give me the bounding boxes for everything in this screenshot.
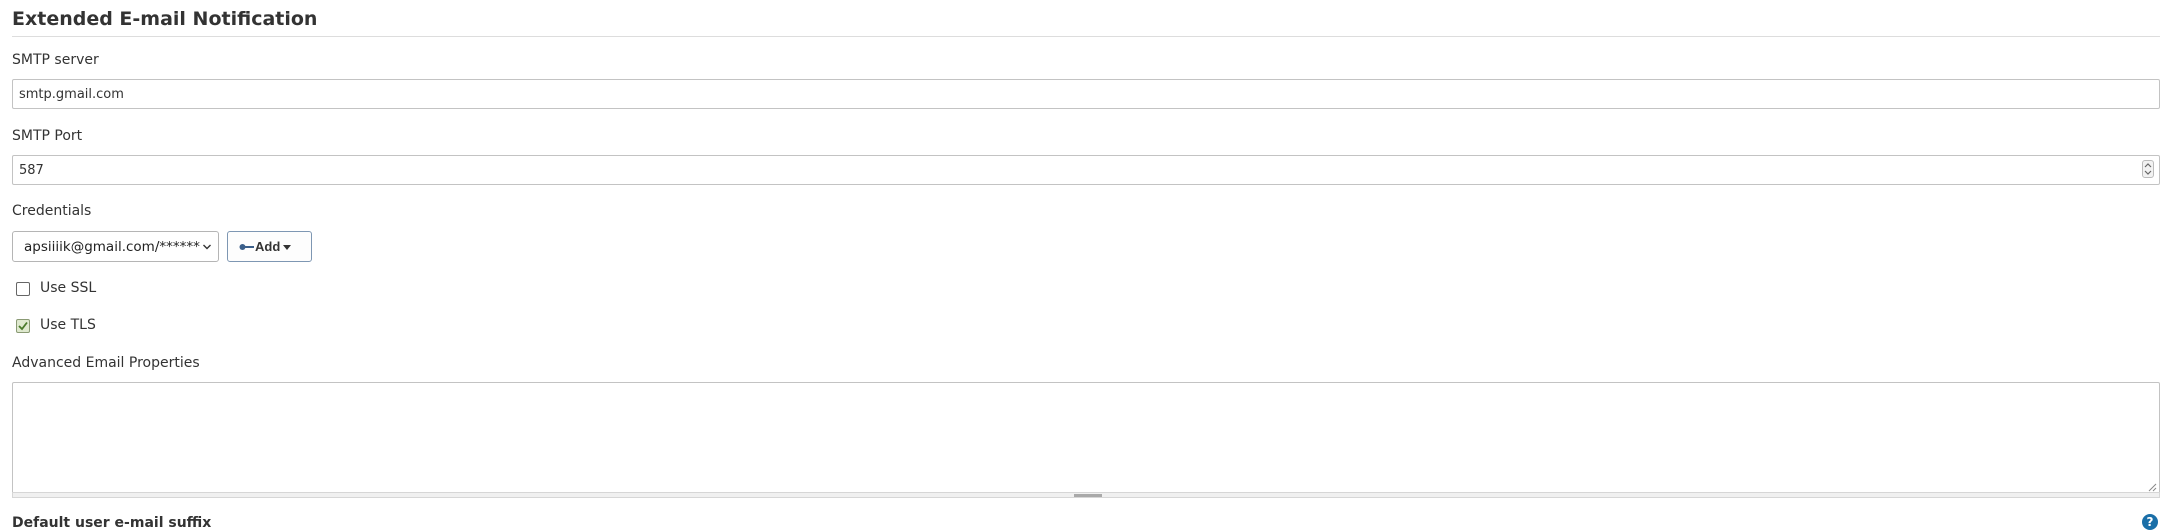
credentials-selected-value: apsiiiik@gmail.com/****** — [24, 239, 200, 255]
advanced-email-properties-label: Advanced Email Properties — [12, 355, 200, 371]
default-suffix-label: Default user e-mail suffix — [12, 515, 212, 531]
section-title: Extended E-mail Notification — [12, 8, 318, 30]
section-divider — [12, 36, 2160, 37]
chevron-down-icon — [203, 244, 211, 250]
key-icon — [239, 244, 254, 250]
textarea-resize-bar[interactable] — [12, 492, 2160, 498]
caret-down-icon — [283, 245, 291, 250]
use-tls-label: Use TLS — [40, 317, 96, 333]
resize-handle[interactable] — [1074, 494, 1102, 497]
smtp-port-input[interactable] — [12, 155, 2160, 185]
help-icon[interactable]: ? — [2142, 514, 2158, 530]
checkmark-icon — [18, 321, 28, 331]
resize-grip-icon[interactable] — [2148, 483, 2157, 492]
smtp-server-input[interactable] — [12, 79, 2160, 109]
use-tls-checkbox[interactable] — [16, 319, 30, 333]
add-credentials-button[interactable]: Add — [227, 231, 312, 262]
add-button-label: Add — [255, 239, 281, 254]
credentials-label: Credentials — [12, 203, 92, 219]
smtp-server-label: SMTP server — [12, 52, 99, 68]
advanced-email-properties-textarea[interactable] — [12, 382, 2160, 495]
smtp-port-field — [12, 155, 2160, 185]
port-spinner[interactable] — [2142, 160, 2154, 178]
use-ssl-checkbox[interactable] — [16, 282, 30, 296]
credentials-select[interactable]: apsiiiik@gmail.com/****** — [12, 231, 219, 262]
smtp-port-label: SMTP Port — [12, 128, 83, 144]
use-ssl-label: Use SSL — [40, 280, 97, 296]
spinner-arrows-icon — [2144, 163, 2152, 175]
